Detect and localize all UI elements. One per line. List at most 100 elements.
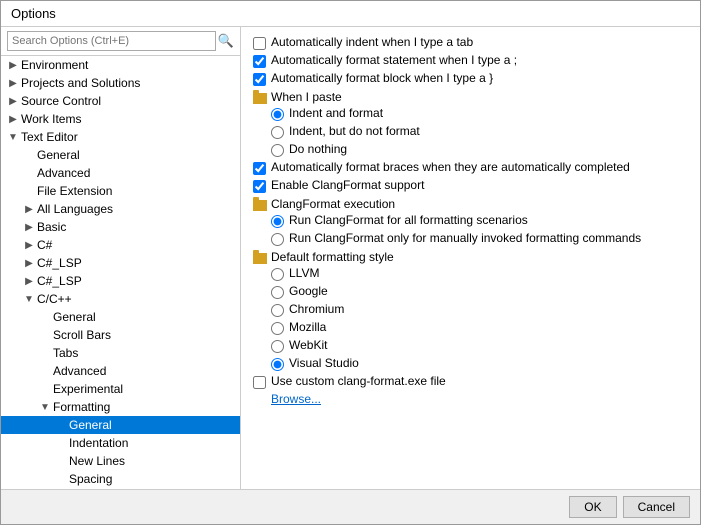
tree-item-cpp-general[interactable]: General — [1, 308, 240, 326]
option-row-do-nothing: Do nothing — [253, 142, 688, 157]
tree-item-label: C#_LSP — [37, 274, 240, 288]
tree-item-cpp-fmt-indentation[interactable]: Indentation — [1, 434, 240, 452]
right-panel: Automatically indent when I type a tabAu… — [241, 27, 700, 489]
tree-item-label: Text Editor — [21, 130, 240, 144]
radio-style-google[interactable] — [271, 286, 284, 299]
tree-item-cpp-fmt-newlines[interactable]: New Lines — [1, 452, 240, 470]
tree-item-label: Indentation — [69, 436, 240, 450]
option-row-auto-format-braces: Automatically format braces when they ar… — [253, 160, 688, 175]
option-row-default-style-header: Default formatting style — [253, 250, 688, 264]
tree-item-te-file-ext[interactable]: File Extension — [1, 182, 240, 200]
tree-item-label: Basic — [37, 220, 240, 234]
expand-icon[interactable]: ▶ — [21, 240, 37, 251]
tree-item-cpp-advanced[interactable]: Advanced — [1, 362, 240, 380]
tree-item-csharp[interactable]: ▶C# — [1, 236, 240, 254]
radio-style-mozilla[interactable] — [271, 322, 284, 335]
tree-item-label: Environment — [21, 58, 240, 72]
tree-item-cpp-fmt-general[interactable]: General — [1, 416, 240, 434]
radio-run-clangformat-manual[interactable] — [271, 233, 284, 246]
checkbox-auto-indent[interactable] — [253, 37, 266, 50]
tree-item-label: Experimental — [53, 382, 240, 396]
option-row-enable-clangformat: Enable ClangFormat support — [253, 178, 688, 193]
option-row-auto-format-stmt: Automatically format statement when I ty… — [253, 53, 688, 68]
tree-item-cpp-formatting[interactable]: ▼Formatting — [1, 398, 240, 416]
expand-icon[interactable]: ▶ — [21, 276, 37, 287]
tree-item-label: Spacing — [69, 472, 240, 486]
expand-icon[interactable]: ▼ — [37, 402, 53, 413]
tree-item-te-advanced[interactable]: Advanced — [1, 164, 240, 182]
expand-icon[interactable]: ▶ — [5, 96, 21, 107]
checkbox-enable-clangformat[interactable] — [253, 180, 266, 193]
checkbox-auto-format-block[interactable] — [253, 73, 266, 86]
search-icon[interactable]: 🔍 — [218, 33, 234, 49]
checkbox-label-use-custom-clangformat: Use custom clang-format.exe file — [271, 374, 446, 388]
radio-indent-only[interactable] — [271, 126, 284, 139]
checkbox-label-auto-format-block: Automatically format block when I type a… — [271, 71, 493, 85]
tree-item-label: Formatting — [53, 400, 240, 414]
tree-item-environment[interactable]: ▶Environment — [1, 56, 240, 74]
option-row-indent-only: Indent, but do not format — [253, 124, 688, 139]
tree-item-te-general[interactable]: General — [1, 146, 240, 164]
tree-item-label: C# — [37, 238, 240, 252]
radio-style-chromium[interactable] — [271, 304, 284, 317]
expand-icon[interactable]: ▶ — [21, 222, 37, 233]
tree-item-cpp-scrollbars[interactable]: Scroll Bars — [1, 326, 240, 344]
left-panel: 🔍 ▶Environment▶Projects and Solutions▶So… — [1, 27, 241, 489]
radio-label-do-nothing: Do nothing — [289, 142, 347, 156]
expand-icon[interactable]: ▶ — [21, 258, 37, 269]
tree-item-text-editor[interactable]: ▼Text Editor — [1, 128, 240, 146]
radio-style-vstudio[interactable] — [271, 358, 284, 371]
radio-label-run-clangformat-manual: Run ClangFormat only for manually invoke… — [289, 231, 641, 245]
tree-item-label: C/C++ — [37, 292, 240, 306]
option-row-style-mozilla: Mozilla — [253, 320, 688, 335]
tree-item-label: Projects and Solutions — [21, 76, 240, 90]
expand-icon[interactable]: ▼ — [5, 132, 21, 143]
tree-item-basic[interactable]: ▶Basic — [1, 218, 240, 236]
radio-run-clangformat-all[interactable] — [271, 215, 284, 228]
expand-icon[interactable]: ▶ — [5, 78, 21, 89]
checkbox-auto-format-braces[interactable] — [253, 162, 266, 175]
section-header-label: ClangFormat execution — [271, 197, 395, 211]
ok-button[interactable]: OK — [569, 496, 616, 518]
checkbox-label-enable-clangformat: Enable ClangFormat support — [271, 178, 424, 192]
option-row-style-chromium: Chromium — [253, 302, 688, 317]
option-row-style-webkit: WebKit — [253, 338, 688, 353]
tree-item-projects[interactable]: ▶Projects and Solutions — [1, 74, 240, 92]
option-row-style-vstudio: Visual Studio — [253, 356, 688, 371]
section-header-label: When I paste — [271, 90, 342, 104]
radio-label-style-mozilla: Mozilla — [289, 320, 326, 334]
search-input[interactable] — [7, 31, 216, 51]
checkbox-use-custom-clangformat[interactable] — [253, 376, 266, 389]
expand-icon[interactable]: ▼ — [21, 294, 37, 305]
expand-icon[interactable]: ▶ — [5, 60, 21, 71]
radio-do-nothing[interactable] — [271, 144, 284, 157]
dialog-footer: OK Cancel — [1, 489, 700, 524]
tree-container: ▶Environment▶Projects and Solutions▶Sour… — [1, 56, 240, 489]
radio-label-indent-only: Indent, but do not format — [289, 124, 420, 138]
option-row-browse: Browse... — [253, 392, 688, 406]
tree-item-cpp[interactable]: ▼C/C++ — [1, 290, 240, 308]
checkbox-auto-format-stmt[interactable] — [253, 55, 266, 68]
radio-style-llvm[interactable] — [271, 268, 284, 281]
tree-item-work-items[interactable]: ▶Work Items — [1, 110, 240, 128]
tree-item-csharp-lsp[interactable]: ▶C#_LSP — [1, 254, 240, 272]
option-row-when-paste-header: When I paste — [253, 90, 688, 104]
expand-icon[interactable]: ▶ — [21, 204, 37, 215]
folder-icon — [253, 253, 267, 264]
tree-item-cpp-tabs[interactable]: Tabs — [1, 344, 240, 362]
option-row-style-llvm: LLVM — [253, 266, 688, 281]
tree-item-label: Source Control — [21, 94, 240, 108]
tree-item-source-control[interactable]: ▶Source Control — [1, 92, 240, 110]
radio-style-webkit[interactable] — [271, 340, 284, 353]
tree-item-label: New Lines — [69, 454, 240, 468]
tree-item-cpp-fmt-spacing[interactable]: Spacing — [1, 470, 240, 488]
expand-icon[interactable]: ▶ — [5, 114, 21, 125]
tree-item-label: Advanced — [37, 166, 240, 180]
cancel-button[interactable]: Cancel — [623, 496, 690, 518]
browse-link[interactable]: Browse... — [271, 392, 321, 406]
tree-item-label: Advanced — [53, 364, 240, 378]
radio-indent-format[interactable] — [271, 108, 284, 121]
tree-item-all-langs[interactable]: ▶All Languages — [1, 200, 240, 218]
tree-item-csharp-lsp2[interactable]: ▶C#_LSP — [1, 272, 240, 290]
tree-item-cpp-experimental[interactable]: Experimental — [1, 380, 240, 398]
